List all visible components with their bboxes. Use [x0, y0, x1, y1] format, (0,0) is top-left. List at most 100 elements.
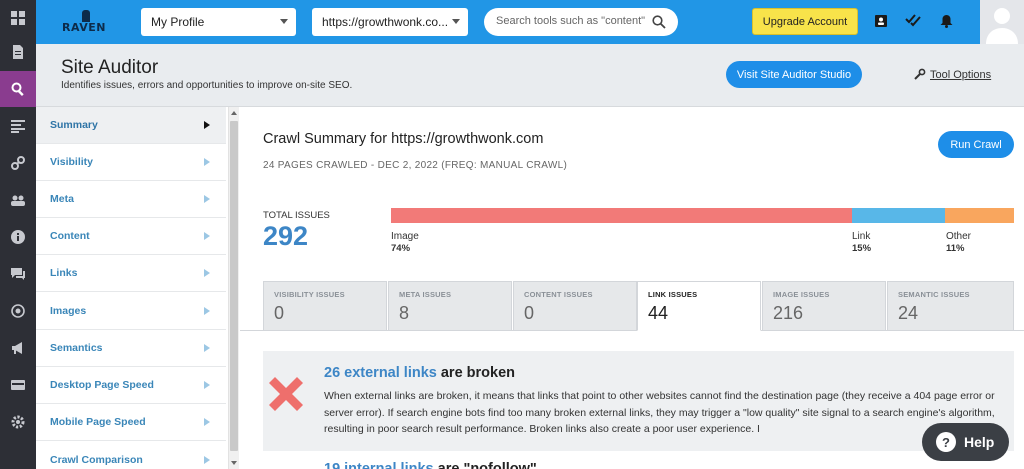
- run-crawl-button[interactable]: Run Crawl: [938, 131, 1014, 158]
- sidebar-item-summary[interactable]: Summary: [36, 107, 226, 144]
- breakdown-segment-image: [391, 208, 852, 223]
- megaphone-icon[interactable]: [0, 330, 36, 366]
- page-title: Site Auditor: [61, 57, 159, 78]
- left-rail: [0, 0, 36, 469]
- tab-link-issues[interactable]: LINK ISSUES 44: [637, 281, 761, 331]
- tool-search[interactable]: [484, 8, 678, 36]
- chevron-down-icon: [452, 19, 460, 24]
- sidebar-scrollbar[interactable]: [228, 107, 239, 469]
- search-input[interactable]: [496, 15, 646, 27]
- bell-icon[interactable]: [937, 12, 955, 30]
- issue-card: 26 external links are broken When extern…: [263, 351, 1014, 451]
- sidebar-item-content[interactable]: Content: [36, 218, 226, 255]
- chevron-right-icon: [204, 418, 210, 426]
- sidebar-item-label: Links: [50, 267, 78, 279]
- issue-heading: 26 external links are broken: [324, 365, 515, 381]
- tab-content-issues[interactable]: CONTENT ISSUES 0: [513, 281, 637, 331]
- tasks-icon[interactable]: [904, 12, 922, 30]
- tool-options-label: Tool Options: [930, 68, 992, 81]
- sidebar-item-semantics[interactable]: Semantics: [36, 330, 226, 367]
- scroll-down-icon[interactable]: [231, 461, 237, 465]
- sidebar-item-meta[interactable]: Meta: [36, 181, 226, 218]
- scrollbar-thumb[interactable]: [230, 121, 238, 451]
- chevron-right-icon: [204, 307, 210, 315]
- breakdown-name: Other: [946, 231, 972, 242]
- profile-select-value: My Profile: [151, 15, 205, 29]
- page-subtitle: Identifies issues, errors and opportunit…: [61, 80, 353, 91]
- breakdown-segment-link: [852, 208, 945, 223]
- target-icon[interactable]: [0, 293, 36, 329]
- sidebar-item-label: Summary: [50, 119, 98, 131]
- link-icon[interactable]: [0, 145, 36, 181]
- sidebar-item-mobile-page-speed[interactable]: Mobile Page Speed: [36, 404, 226, 441]
- next-issue-heading: 19 internal links are "nofollow": [324, 461, 537, 469]
- visit-studio-button[interactable]: Visit Site Auditor Studio: [726, 61, 862, 88]
- search-icon[interactable]: [0, 71, 36, 107]
- document-icon[interactable]: [0, 34, 36, 70]
- scroll-up-icon[interactable]: [231, 111, 237, 115]
- profile-select[interactable]: My Profile: [141, 8, 296, 36]
- people-icon[interactable]: [0, 182, 36, 218]
- chevron-down-icon: [280, 19, 288, 24]
- info-icon[interactable]: [0, 219, 36, 255]
- help-button[interactable]: ? Help: [922, 423, 1009, 461]
- sidebar-nav: Summary Visibility Meta Content Links Im…: [36, 107, 228, 469]
- breakdown-label-other: Other 11%: [946, 231, 971, 255]
- tab-value: 216: [773, 303, 804, 323]
- tab-value: 8: [399, 303, 410, 323]
- breakdown-pct: 11%: [946, 243, 965, 254]
- site-select[interactable]: https://growthwonk.co...: [312, 8, 468, 36]
- issue-description: When external links are broken, it means…: [324, 390, 995, 435]
- sidebar-item-visibility[interactable]: Visibility: [36, 144, 226, 181]
- contacts-icon[interactable]: [872, 12, 890, 30]
- sidebar-item-links[interactable]: Links: [36, 255, 226, 292]
- breakdown-label-image: Image 74%: [391, 231, 419, 255]
- chevron-right-icon: [204, 344, 210, 352]
- sidebar-item-label: Images: [50, 305, 87, 317]
- brand-logo[interactable]: RAVEN: [60, 8, 106, 36]
- crawl-meta: 24 PAGES CRAWLED - DEC 2, 2022 (FREQ: MA…: [263, 160, 568, 171]
- total-issues-value: 292: [263, 221, 309, 251]
- chevron-right-icon: [204, 121, 210, 129]
- tool-options-link[interactable]: Tool Options: [913, 68, 991, 81]
- tab-value: 44: [648, 303, 669, 323]
- tab-image-issues[interactable]: IMAGE ISSUES 216: [762, 281, 886, 331]
- tab-value: 0: [524, 303, 535, 323]
- breakdown-name: Link: [852, 231, 871, 242]
- tab-label: IMAGE ISSUES: [773, 290, 830, 299]
- tab-label: VISIBILITY ISSUES: [274, 290, 345, 299]
- total-issues-label: TOTAL ISSUES: [263, 210, 330, 221]
- site-select-value: https://growthwonk.co...: [322, 15, 449, 29]
- sidebar-item-crawl-comparison[interactable]: Crawl Comparison: [36, 442, 226, 469]
- sidebar-item-label: Meta: [50, 193, 74, 205]
- card-icon[interactable]: [0, 367, 36, 403]
- chat-icon[interactable]: [0, 256, 36, 292]
- tab-value: 0: [274, 303, 285, 323]
- dashboard-icon[interactable]: [0, 0, 36, 36]
- issue-count-link[interactable]: 26 external links: [324, 365, 437, 381]
- sidebar-item-images[interactable]: Images: [36, 293, 226, 330]
- tab-visibility-issues[interactable]: VISIBILITY ISSUES 0: [263, 281, 387, 331]
- upgrade-account-button[interactable]: Upgrade Account: [752, 8, 858, 35]
- breakdown-pct: 15%: [852, 243, 872, 254]
- tab-label: LINK ISSUES: [648, 290, 698, 299]
- list-icon[interactable]: [0, 108, 36, 144]
- issue-heading-rest: are broken: [436, 365, 516, 381]
- tab-semantic-issues[interactable]: SEMANTIC ISSUES 24: [887, 281, 1014, 331]
- chevron-right-icon: [204, 232, 210, 240]
- next-issue-count-link[interactable]: 19 internal links: [324, 461, 434, 469]
- sidebar-item-desktop-page-speed[interactable]: Desktop Page Speed: [36, 367, 226, 404]
- search-icon[interactable]: [652, 15, 666, 34]
- breakdown-name: Image: [391, 231, 419, 242]
- tab-meta-issues[interactable]: META ISSUES 8: [388, 281, 512, 331]
- breakdown-label-link: Link 15%: [852, 231, 871, 255]
- tab-label: CONTENT ISSUES: [524, 290, 593, 299]
- brand-text: RAVEN: [62, 21, 106, 34]
- avatar[interactable]: [980, 0, 1024, 44]
- help-label: Help: [964, 434, 995, 450]
- chevron-right-icon: [204, 456, 210, 464]
- sidebar-item-label: Visibility: [50, 156, 93, 168]
- gear-icon[interactable]: [0, 404, 36, 440]
- wrench-icon: [914, 68, 926, 80]
- crawl-summary-title: Crawl Summary for https://growthwonk.com: [263, 131, 544, 147]
